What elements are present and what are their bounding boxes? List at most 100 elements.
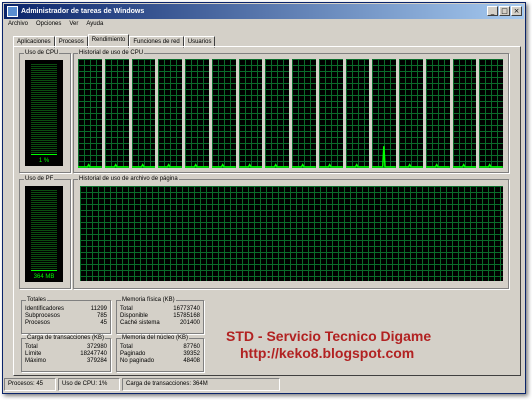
- cpu-core-line: [372, 59, 396, 168]
- cpu-core-graph: [238, 59, 263, 168]
- cpu-history-graphs: [78, 59, 503, 168]
- stat-value: 11299: [90, 306, 107, 312]
- menu-opciones[interactable]: Opciones: [35, 21, 62, 31]
- stat-name: Total: [120, 344, 133, 350]
- title-bar[interactable]: Administrador de tareas de Windows _ □ ×: [4, 4, 524, 19]
- pf-meter-fill: [31, 270, 57, 272]
- cpu-core-line: [265, 59, 289, 168]
- cpu-core-line: [292, 59, 316, 168]
- cpu-core-graph: [104, 59, 129, 168]
- cpu-usage-group: Uso de CPU 1 %: [19, 50, 71, 173]
- window-frame: Administrador de tareas de Windows _ □ ×…: [2, 2, 526, 394]
- cpu-core-graph: [265, 59, 289, 168]
- memoria-fisica-label: Memoria física (KB): [121, 297, 176, 303]
- cpu-core-line: [319, 59, 343, 168]
- cpu-core-line: [239, 59, 263, 168]
- stat-value: 15785168: [173, 313, 200, 319]
- stat-name: Caché sistema: [120, 320, 160, 326]
- watermark-line1: STD - Servicio Tecnico Digame: [226, 328, 432, 344]
- maximize-button[interactable]: □: [499, 6, 510, 16]
- stat-value: 45: [100, 320, 107, 326]
- watermark-line2[interactable]: http://keko8.blogspot.com: [240, 345, 414, 361]
- status-bar: Procesos: 45 Uso de CPU: 1% Carga de tra…: [4, 378, 524, 391]
- cpu-core-line: [479, 59, 503, 168]
- totales-group: Totales Identificadores 11299 Subprocesos…: [21, 297, 111, 334]
- stat-value: 87760: [183, 344, 200, 350]
- close-button[interactable]: ×: [511, 6, 522, 16]
- cpu-core-line: [453, 59, 477, 168]
- cpu-core-graph: [479, 59, 503, 168]
- pf-history-graph: [80, 186, 503, 281]
- cpu-core-graph: [292, 59, 316, 168]
- stat-value: 18247740: [80, 351, 107, 357]
- cpu-usage-label: Uso de CPU: [24, 50, 60, 56]
- stat-row: No paginado 48408: [120, 358, 200, 365]
- cpu-core-line: [185, 59, 209, 168]
- carga-transacciones-rows: Total 372980 Límite 18247740 Máximo 379284: [25, 344, 107, 365]
- stat-name: No paginado: [120, 358, 155, 364]
- stat-row: Procesos 45: [25, 320, 107, 327]
- stat-value: 16773740: [173, 306, 200, 312]
- cpu-core-graph: [131, 59, 156, 168]
- cpu-core-line: [426, 59, 450, 168]
- stat-name: Identificadores: [25, 306, 65, 312]
- stat-row: Máximo 379284: [25, 358, 107, 365]
- stat-row: Límite 18247740: [25, 351, 107, 358]
- stat-row: Caché sistema 201400: [120, 320, 200, 327]
- stat-value: 48408: [183, 358, 200, 364]
- window-title: Administrador de tareas de Windows: [21, 8, 145, 15]
- cpu-core-line: [78, 59, 102, 168]
- menu-archivo[interactable]: Archivo: [7, 21, 29, 31]
- stat-row: Paginado 39352: [120, 351, 200, 358]
- cpu-core-graph: [78, 59, 102, 168]
- pf-usage-label: Uso de PF: [24, 176, 55, 182]
- stat-name: Procesos: [25, 320, 51, 326]
- memoria-nucleo-label: Memoria del núcleo (KB): [121, 335, 190, 341]
- carga-transacciones-group: Carga de transacciones (KB) Total 372980 …: [21, 335, 111, 372]
- stat-name: Subprocesos: [25, 313, 61, 319]
- stat-name: Total: [25, 344, 38, 350]
- memoria-nucleo-rows: Total 87760 Paginado 39352 No paginado 4840…: [120, 344, 200, 365]
- status-cpu: Uso de CPU: 1%: [58, 378, 120, 391]
- menu-ver[interactable]: Ver: [68, 21, 79, 31]
- stat-value: 372980: [86, 344, 107, 350]
- cpu-core-line: [158, 59, 182, 168]
- task-manager-window: Administrador de tareas de Windows _ □ ×…: [2, 2, 526, 394]
- menu-ayuda[interactable]: Ayuda: [85, 21, 104, 31]
- cpu-core-line: [346, 59, 370, 168]
- totales-label: Totales: [26, 297, 48, 303]
- cpu-core-graph: [452, 59, 477, 168]
- stat-row: Identificadores 11299: [25, 306, 107, 313]
- stat-value: 379284: [86, 358, 107, 364]
- cpu-meter-fill: [31, 154, 57, 156]
- pf-usage-group: Uso de PF 364 MB: [19, 176, 71, 289]
- pf-history-label: Historial de uso de archivo de página: [78, 176, 179, 182]
- cpu-core-line: [399, 59, 423, 168]
- stat-row: Subprocesos 785: [25, 313, 107, 320]
- totales-rows: Identificadores 11299 Subprocesos 785 Proc…: [25, 306, 107, 327]
- cpu-core-graph: [372, 59, 396, 168]
- cpu-history-label: Historial de uso de CPU: [78, 50, 145, 56]
- cpu-meter-empty: [31, 64, 57, 156]
- cpu-core-graph: [318, 59, 343, 168]
- stat-row: Disponible 15785168: [120, 313, 200, 320]
- tab-strip: Aplicaciones Procesos Rendimiento Funcio…: [13, 34, 216, 48]
- cpu-core-graph: [158, 59, 182, 168]
- cpu-core-graph: [185, 59, 209, 168]
- menu-bar: Archivo Opciones Ver Ayuda: [7, 21, 104, 31]
- status-commit: Carga de transacciones: 364M: [122, 378, 280, 391]
- cpu-core-graph: [345, 59, 370, 168]
- stat-value: 785: [96, 313, 107, 319]
- carga-transacciones-label: Carga de transacciones (KB): [26, 335, 106, 341]
- cpu-core-graph: [425, 59, 450, 168]
- stat-name: Disponible: [120, 313, 149, 319]
- app-icon: [7, 6, 18, 17]
- stat-value: 201400: [179, 320, 200, 326]
- stat-value: 39352: [183, 351, 200, 357]
- memoria-fisica-rows: Total 16773740 Disponible 15785168 Caché s…: [120, 306, 200, 327]
- minimize-button[interactable]: _: [487, 6, 498, 16]
- stat-row: Total 87760: [120, 344, 200, 351]
- stat-name: Total: [120, 306, 133, 312]
- cpu-core-graph: [399, 59, 423, 168]
- cpu-core-line: [132, 59, 156, 168]
